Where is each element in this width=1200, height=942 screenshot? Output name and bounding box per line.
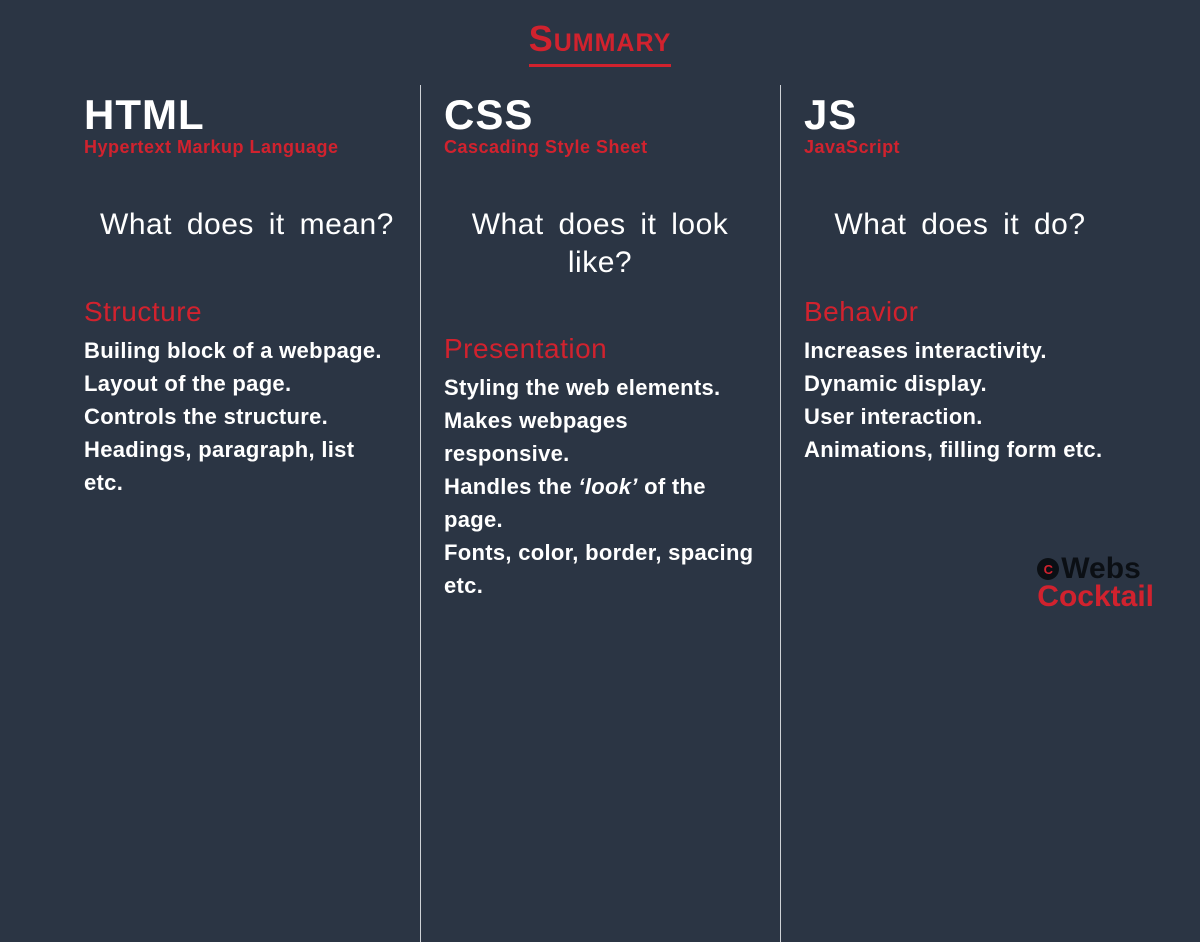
column-js: JS JavaScript What does it do? Behavior … xyxy=(780,91,1140,602)
acronym-css: CSS xyxy=(444,91,756,139)
bullet-item: Dynamic display. xyxy=(804,367,1116,400)
acronym-js: JS xyxy=(804,91,1116,139)
bullet-item: Controls the structure. xyxy=(84,400,396,433)
header: Summary xyxy=(0,0,1200,67)
acronym-html: HTML xyxy=(84,91,396,139)
expansion-css: Cascading Style Sheet xyxy=(444,137,756,158)
category-css: Presentation xyxy=(444,333,756,365)
columns-container: HTML Hypertext Markup Language What does… xyxy=(0,67,1200,602)
bullet-item: Handles the ‘look’ of the page. xyxy=(444,470,756,536)
category-js: Behavior xyxy=(804,296,1116,328)
bullet-item: Animations, filling form etc. xyxy=(804,433,1116,466)
bullet-item: Increases interactivity. xyxy=(804,334,1116,367)
column-html: HTML Hypertext Markup Language What does… xyxy=(60,91,420,602)
bullet-item: Styling the web elements. xyxy=(444,371,756,404)
bullet-item: Fonts, color, border, spacing etc. xyxy=(444,536,756,602)
question-css: What does it look like? xyxy=(450,206,750,281)
bullet-item: User interaction. xyxy=(804,400,1116,433)
brand-logo: C Webs Cocktail xyxy=(1037,554,1154,612)
expansion-html: Hypertext Markup Language xyxy=(84,137,396,158)
bullets-js: Increases interactivity. Dynamic display… xyxy=(804,334,1116,466)
page-title: Summary xyxy=(529,18,672,67)
brand-bottom-text: Cocktail xyxy=(1037,582,1154,612)
bullets-css: Styling the web elements. Makes webpages… xyxy=(444,371,756,602)
column-css: CSS Cascading Style Sheet What does it l… xyxy=(420,91,780,602)
bullets-html: Builing block of a webpage. Layout of th… xyxy=(84,334,396,499)
question-html: What does it mean? xyxy=(100,206,396,244)
question-js: What does it do? xyxy=(810,206,1110,244)
brand-badge-icon: C xyxy=(1037,558,1059,580)
category-html: Structure xyxy=(84,296,396,328)
expansion-js: JavaScript xyxy=(804,137,1116,158)
bullet-item: Makes webpages responsive. xyxy=(444,404,756,470)
bullet-item: Builing block of a webpage. xyxy=(84,334,396,367)
bullet-item: Layout of the page. xyxy=(84,367,396,400)
bullet-item: Headings, paragraph, list etc. xyxy=(84,433,396,499)
